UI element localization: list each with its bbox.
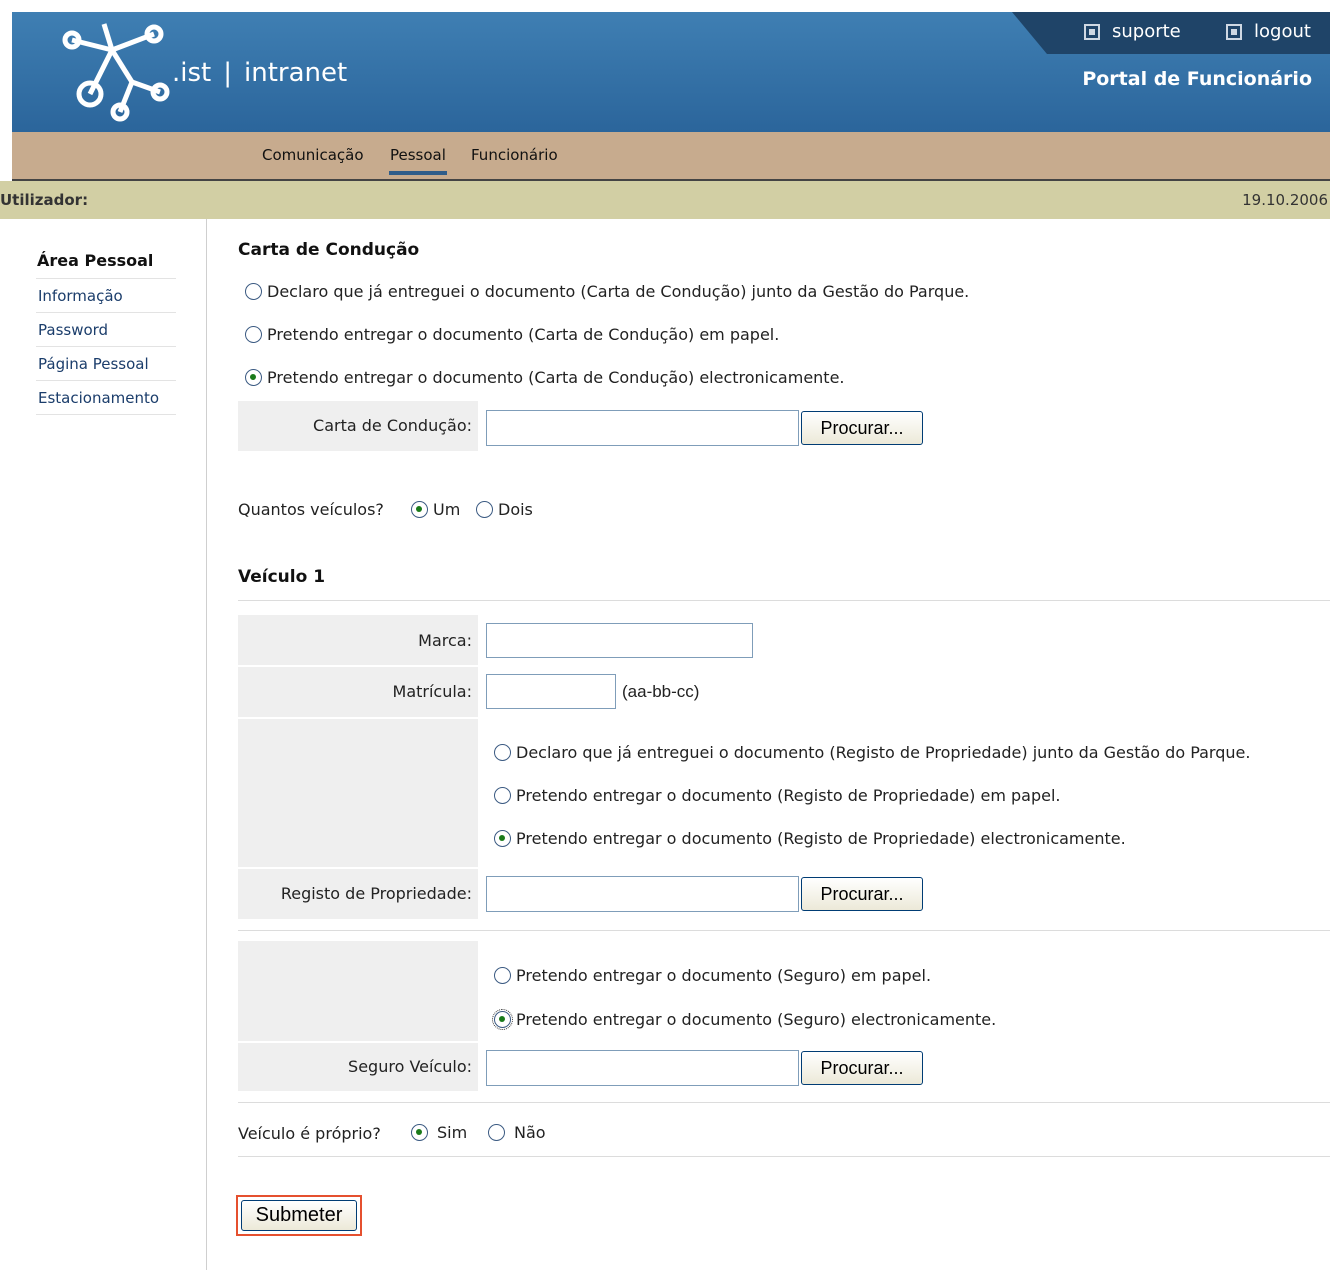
main-nav: Comunicação Pessoal Funcionário — [12, 132, 1330, 181]
radio-button[interactable] — [488, 1124, 505, 1141]
brand-name: intranet — [244, 58, 348, 88]
registo-file-label: Registo de Propriedade: — [280, 884, 472, 903]
divider — [238, 1102, 1330, 1103]
registo-option-electronico[interactable]: Pretendo entregar o documento (Registo d… — [494, 829, 1126, 848]
radio-label: Não — [514, 1123, 546, 1142]
radio-label: Pretendo entregar o documento (Registo d… — [516, 829, 1126, 848]
nav-comunicacao[interactable]: Comunicação — [262, 146, 364, 164]
submit-button[interactable]: Submeter — [241, 1200, 357, 1231]
radio-button-selected[interactable] — [245, 369, 262, 386]
nav-funcionario[interactable]: Funcionário — [471, 146, 558, 164]
seguro-browse-button[interactable]: Procurar... — [801, 1051, 923, 1085]
sidebar-item-estacionamento[interactable]: Estacionamento — [36, 381, 176, 415]
divider — [238, 600, 1330, 601]
sidebar-item-informacao[interactable]: Informação — [36, 279, 176, 313]
marca-label: Marca: — [418, 631, 472, 650]
radio-label: Declaro que já entreguei o documento (Ca… — [267, 282, 970, 301]
proprio-option-nao[interactable]: Não — [488, 1123, 546, 1142]
marca-label-cell: Marca: — [238, 615, 478, 665]
seguro-option-papel[interactable]: Pretendo entregar o documento (Seguro) e… — [494, 966, 931, 985]
marca-input[interactable] — [486, 623, 753, 658]
vehicles-question: Quantos veículos? — [238, 500, 384, 519]
radio-label: Um — [433, 500, 461, 519]
radio-button[interactable] — [245, 283, 262, 300]
divider — [238, 930, 1330, 931]
radio-label: Pretendo entregar o documento (Registo d… — [516, 786, 1061, 805]
carta-heading: Carta de Condução — [238, 240, 420, 260]
radio-label: Pretendo entregar o documento (Carta de … — [267, 325, 780, 344]
suporte-label: suporte — [1112, 21, 1181, 42]
brand-separator: | — [223, 58, 232, 88]
nav-pessoal[interactable]: Pessoal — [389, 146, 447, 175]
sidebar-item-password[interactable]: Password — [36, 313, 176, 347]
brand-suffix: .ist — [172, 58, 212, 88]
radio-label: Dois — [498, 500, 533, 519]
suporte-link[interactable]: suporte — [1084, 21, 1181, 42]
carta-file-label-cell: Carta de Condução: — [238, 401, 478, 451]
radio-label: Pretendo entregar o documento (Seguro) e… — [516, 1010, 997, 1029]
seguro-file-label: Seguro Veículo: — [348, 1057, 472, 1076]
carta-browse-button[interactable]: Procurar... — [801, 411, 923, 445]
carta-file-label: Carta de Condução: — [313, 416, 472, 435]
registo-option-papel[interactable]: Pretendo entregar o documento (Registo d… — [494, 786, 1061, 805]
submit-focus-ring: Submeter — [236, 1195, 362, 1236]
radio-button-selected[interactable] — [492, 1009, 513, 1030]
seguro-option-electronico[interactable]: Pretendo entregar o documento (Seguro) e… — [492, 1009, 997, 1030]
matricula-label: Matrícula: — [392, 682, 472, 701]
logout-link[interactable]: logout — [1226, 21, 1311, 42]
matricula-hint: (aa-bb-cc) — [622, 682, 700, 701]
vehicles-option-um[interactable]: Um — [411, 500, 460, 519]
radio-label: Sim — [437, 1123, 468, 1142]
radio-button-selected[interactable] — [411, 1124, 428, 1141]
top-links-bar: suporte logout — [1012, 12, 1330, 54]
portal-title: Portal de Funcionário — [1082, 68, 1312, 90]
carta-option-entregue[interactable]: Declaro que já entreguei o documento (Ca… — [245, 282, 969, 301]
registo-options-cell — [238, 719, 478, 867]
matricula-input[interactable] — [486, 674, 616, 709]
sidebar: Área Pessoal Informação Password Página … — [36, 249, 176, 415]
seguro-options-cell — [238, 941, 478, 1041]
vehicle1-heading: Veículo 1 — [238, 567, 326, 587]
current-date: 19.10.2006 — [1242, 191, 1328, 209]
brand-title: .ist | intranet — [172, 58, 347, 88]
registo-option-entregue[interactable]: Declaro que já entreguei o documento (Re… — [494, 743, 1250, 762]
radio-button[interactable] — [476, 501, 493, 518]
radio-label: Pretendo entregar o documento (Seguro) e… — [516, 966, 932, 985]
radio-button[interactable] — [245, 326, 262, 343]
carta-option-electronico[interactable]: Pretendo entregar o documento (Carta de … — [245, 368, 845, 387]
support-icon — [1084, 23, 1100, 40]
carta-file-input[interactable] — [486, 410, 799, 446]
seguro-file-input[interactable] — [486, 1050, 799, 1086]
sidebar-title: Área Pessoal — [36, 249, 176, 279]
matricula-label-cell: Matrícula: — [238, 667, 478, 717]
ist-logo-icon — [62, 23, 170, 122]
sidebar-divider — [206, 219, 207, 1270]
radio-label: Pretendo entregar o documento (Carta de … — [267, 368, 845, 387]
radio-button-selected[interactable] — [411, 501, 428, 518]
logout-label: logout — [1254, 21, 1311, 42]
registo-browse-button[interactable]: Procurar... — [801, 877, 923, 911]
radio-label: Declaro que já entreguei o documento (Re… — [516, 743, 1251, 762]
logout-icon — [1226, 23, 1242, 40]
divider — [238, 1156, 1330, 1157]
proprio-question: Veículo é próprio? — [238, 1124, 381, 1143]
radio-button[interactable] — [494, 967, 511, 984]
user-bar: Utilizador: 19.10.2006 — [0, 181, 1330, 219]
registo-file-input[interactable] — [486, 876, 799, 912]
radio-button-selected[interactable] — [494, 830, 511, 847]
radio-button[interactable] — [494, 744, 511, 761]
registo-file-label-cell: Registo de Propriedade: — [238, 869, 478, 919]
proprio-option-sim[interactable]: Sim — [411, 1123, 467, 1142]
sidebar-item-pagina-pessoal[interactable]: Página Pessoal — [36, 347, 176, 381]
page-header: .ist | intranet suporte logout Portal de F… — [12, 12, 1330, 132]
seguro-file-label-cell: Seguro Veículo: — [238, 1043, 478, 1091]
radio-button[interactable] — [494, 787, 511, 804]
vehicles-option-dois[interactable]: Dois — [476, 500, 533, 519]
carta-option-papel[interactable]: Pretendo entregar o documento (Carta de … — [245, 325, 779, 344]
user-label: Utilizador: — [0, 191, 89, 209]
